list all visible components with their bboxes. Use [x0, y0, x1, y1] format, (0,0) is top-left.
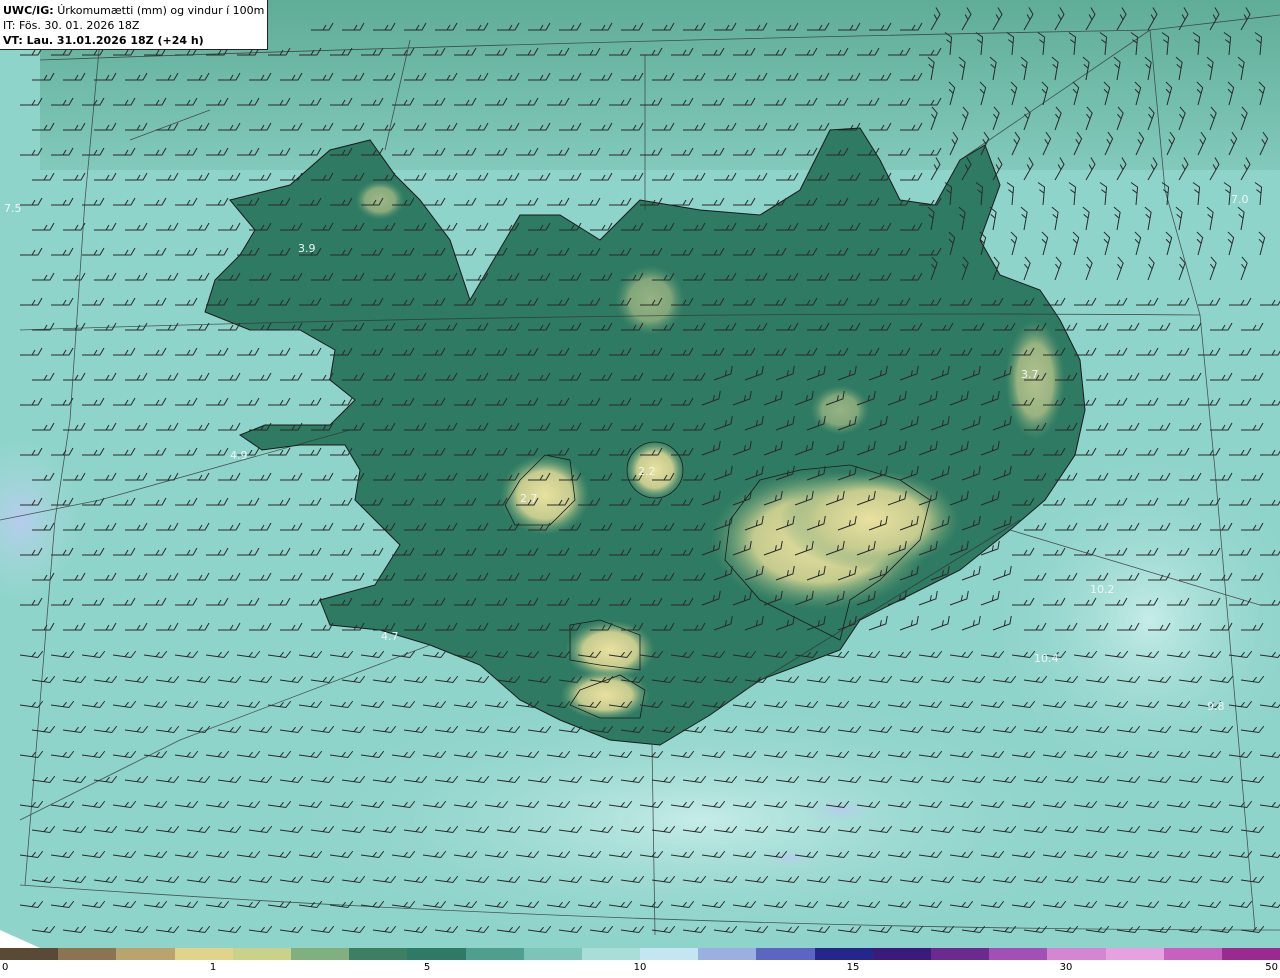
colorbar-segment	[523, 948, 582, 960]
south-sea-light	[280, 690, 1120, 948]
value-label: 4.7	[381, 630, 399, 643]
value-label: 2.2	[638, 465, 656, 478]
colorbar-label: 50	[1265, 962, 1278, 973]
colorbar-segment	[1105, 948, 1164, 960]
colorbar-segment	[698, 948, 757, 960]
colorbar-segment	[465, 948, 524, 960]
colorbar-label: 10	[633, 962, 647, 973]
colorbar-label: 5	[423, 962, 431, 973]
colorbar-label: 1	[209, 962, 217, 973]
map-info-box: UWC/IG: Úrkomumætti (mm) og vindur í 100…	[0, 0, 268, 50]
colorbar-segment	[640, 948, 699, 960]
value-label: 7.5	[4, 202, 22, 215]
colorbar-label: 15	[846, 962, 860, 973]
value-label: 4.9	[230, 449, 248, 462]
colorbar-segment	[174, 948, 233, 960]
colorbar-label: 0	[2, 962, 9, 973]
south-blue-patch	[800, 796, 880, 824]
colorbar-segment	[232, 948, 291, 960]
value-label: 10.4	[1034, 652, 1059, 665]
title-row: UWC/IG: Úrkomumætti (mm) og vindur í 100…	[3, 3, 264, 18]
colorbar-segment	[407, 948, 466, 960]
precipitation-colorbar	[0, 948, 1280, 960]
south-blue-patch-2	[760, 848, 820, 868]
colorbar-segment	[581, 948, 641, 960]
colorbar-segment	[989, 948, 1048, 960]
colorbar-segment	[1221, 948, 1280, 960]
value-label: 7.0	[1231, 193, 1249, 206]
colorbar-segment	[349, 948, 408, 960]
value-label: 9.8	[1207, 700, 1225, 713]
colorbar-segment	[116, 948, 175, 960]
weather-map[interactable]: 3.9 3.7 7.0 7.5 4.9 2.7 2.2 4.7 10.2 10.…	[0, 0, 1280, 948]
value-label: 2.7	[520, 492, 538, 505]
colorbar-segment	[290, 948, 350, 960]
colorbar-segment	[1163, 948, 1222, 960]
colorbar-segment	[756, 948, 815, 960]
initial-time: IT: Fös. 30. 01. 2026 18Z	[3, 19, 140, 32]
value-label: 3.7	[1021, 368, 1039, 381]
model-name: UWC/IG:	[3, 4, 54, 17]
colorbar-segment	[931, 948, 990, 960]
colorbar-segment	[58, 948, 117, 960]
colorbar-segment	[872, 948, 931, 960]
colorbar-segment	[0, 948, 59, 960]
colorbar-segment	[814, 948, 873, 960]
colorbar-labels: 0 1 5 10 15 30 50	[0, 962, 1280, 978]
valid-time: VT: Lau. 31.01.2026 18Z (+24 h)	[3, 34, 204, 47]
value-label: 10.2	[1090, 583, 1115, 596]
colorbar-segment	[1047, 948, 1106, 960]
map-title: Úrkomumætti (mm) og vindur í 100m hæð	[57, 4, 264, 17]
value-label: 3.9	[298, 242, 316, 255]
colorbar-label: 30	[1059, 962, 1073, 973]
